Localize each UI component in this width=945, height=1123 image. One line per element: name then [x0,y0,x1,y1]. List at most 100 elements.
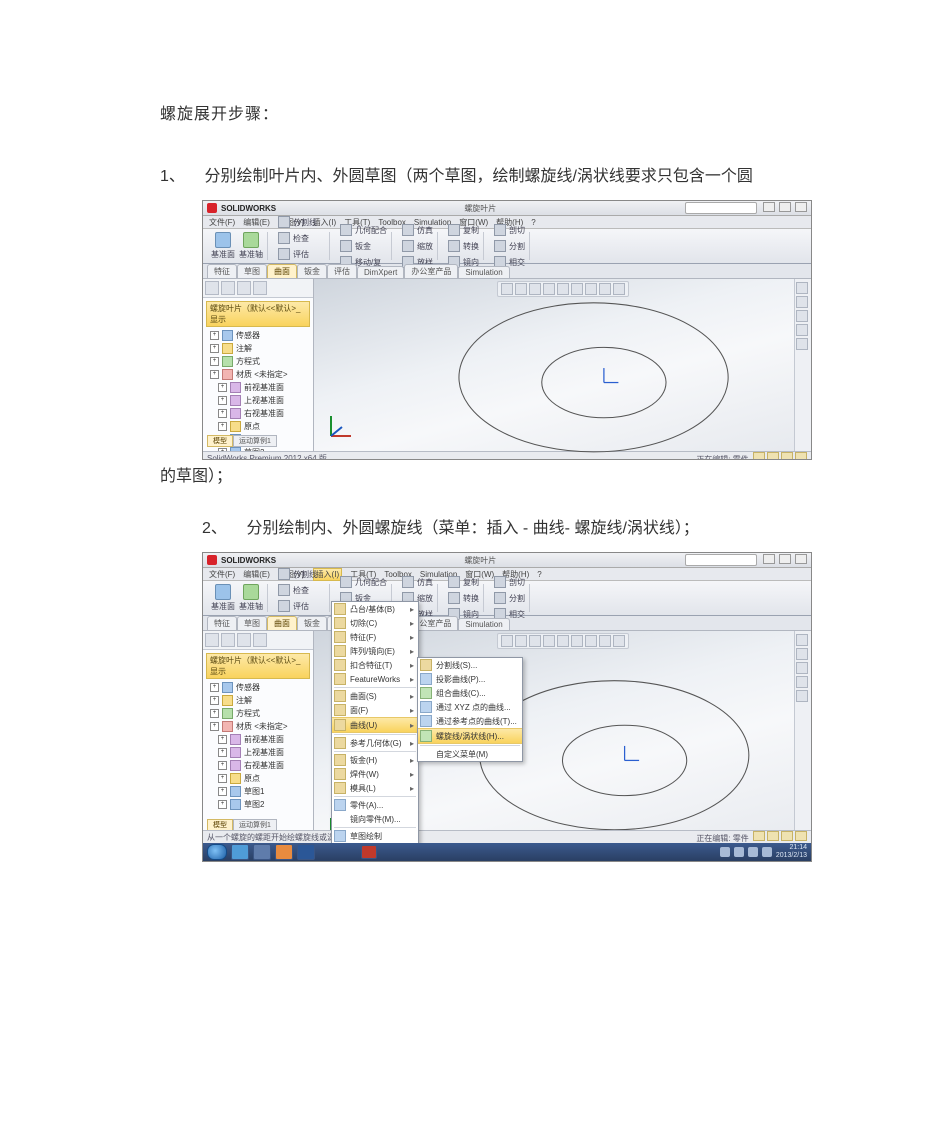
taskbar-clock[interactable]: 21:14 2013/2/13 [776,844,807,860]
menu-item[interactable]: 通过 XYZ 点的曲线... [418,700,522,714]
menu-item[interactable]: 曲面(S)▸ [332,689,418,703]
tree-node[interactable]: +注解 [206,342,310,355]
fm-tab-icon[interactable] [205,281,219,295]
ribbon-small-button[interactable]: 分割 [494,240,525,252]
menu-item[interactable]: 切除(C)▸ [332,616,418,630]
command-tab[interactable]: 草图 [237,264,267,278]
tray-icon[interactable] [762,847,772,857]
tree-node[interactable]: +上视基准面 [206,394,310,407]
expand-icon[interactable]: + [210,722,219,731]
search-input[interactable] [685,202,757,214]
expand-icon[interactable]: + [210,344,219,353]
menu-item[interactable]: 自定义菜单(M) [418,747,522,761]
tree-node[interactable]: +原点 [206,772,310,785]
close-button[interactable] [795,554,807,564]
fm-tab-icon[interactable] [237,281,251,295]
tree-node[interactable]: +注解 [206,694,310,707]
ribbon-button[interactable]: 基准轴 [239,584,263,612]
tree-node[interactable]: +传感器 [206,681,310,694]
menu-item[interactable]: 模具(L)▸ [332,781,418,795]
menu-item[interactable]: 特征(F)▸ [332,630,418,644]
menu-item[interactable]: 零件(A)... [332,798,418,812]
tree-node[interactable]: +材质 <未指定> [206,368,310,381]
menu-item[interactable]: 文件(F) [209,569,235,580]
menu-item[interactable]: 阵列/镜向(E)▸ [332,644,418,658]
expand-icon[interactable]: + [218,787,227,796]
expand-icon[interactable]: + [218,422,227,431]
expand-icon[interactable]: + [218,761,227,770]
ribbon-small-button[interactable]: 检查 [278,232,309,244]
menu-item[interactable]: 编辑(E) [243,217,270,228]
ribbon-small-button[interactable]: 转换 [448,592,479,604]
tree-node[interactable]: +右视基准面 [206,759,310,772]
ribbon-small-button[interactable]: 检查 [278,584,309,596]
ribbon-button[interactable]: 基准面 [211,232,235,260]
expand-icon[interactable]: + [210,357,219,366]
expand-icon[interactable]: + [218,383,227,392]
taskbar-word-icon[interactable] [297,844,315,860]
taskbar-solidworks-icon[interactable] [361,845,377,859]
expand-icon[interactable]: + [210,709,219,718]
command-tab[interactable]: 评估 [327,264,357,278]
menu-item[interactable]: 文件(F) [209,217,235,228]
tab-motion-study[interactable]: 运动算例1 [233,435,277,447]
expand-icon[interactable]: + [218,409,227,418]
ribbon-small-button[interactable]: 复制 [448,576,479,588]
fm-tab-icon[interactable] [221,633,235,647]
ribbon-small-button[interactable]: 转换 [448,240,479,252]
ribbon-small-button[interactable]: 仿真 [402,224,433,236]
ribbon-small-button[interactable]: 评估 [278,248,309,260]
close-button[interactable] [795,202,807,212]
minimize-button[interactable] [763,202,775,212]
ribbon-small-button[interactable]: 钣金 [340,240,371,252]
expand-icon[interactable]: + [218,774,227,783]
expand-icon[interactable]: + [210,696,219,705]
command-tab[interactable]: 曲面 [267,264,297,278]
fm-tab-icon[interactable] [221,281,235,295]
minimize-button[interactable] [763,554,775,564]
command-tab[interactable]: 钣金 [297,616,327,630]
menu-item[interactable]: ? [531,218,535,227]
tree-node[interactable]: +方程式 [206,355,310,368]
tree-node[interactable]: +草图1 [206,785,310,798]
ribbon-small-button[interactable]: 分割 [494,592,525,604]
tree-node[interactable]: +前视基准面 [206,733,310,746]
maximize-button[interactable] [779,202,791,212]
expand-icon[interactable]: + [218,748,227,757]
expand-icon[interactable]: + [218,800,227,809]
ribbon-small-button[interactable]: 几何配合 [340,576,387,588]
fm-tab-icon[interactable] [205,633,219,647]
ribbon-small-button[interactable]: 评估 [278,600,309,612]
tree-node[interactable]: +传感器 [206,329,310,342]
tree-node[interactable]: +方程式 [206,707,310,720]
taskbar-ie-icon[interactable] [231,844,249,860]
tree-root-name[interactable]: 螺旋叶片（默认<<默认>_显示 [206,301,310,327]
command-tab[interactable]: 草图 [237,616,267,630]
menu-item[interactable]: ? [537,570,541,579]
command-tab[interactable]: Simulation [458,266,509,278]
taskbar-explorer-icon[interactable] [253,844,271,860]
tray-icon[interactable] [748,847,758,857]
menu-item[interactable]: 组合曲线(C)... [418,686,522,700]
tray-icon[interactable] [734,847,744,857]
menu-item[interactable]: 扣合特征(T)▸ [332,658,418,672]
menu-item[interactable]: 分割线(S)... [418,658,522,672]
expand-icon[interactable]: + [218,396,227,405]
tab-model[interactable]: 模型 [207,435,233,447]
ribbon-small-button[interactable]: 剖切 [494,224,525,236]
ribbon-small-button[interactable]: 几何配合 [340,224,387,236]
menu-item[interactable]: 曲线(U)▸ [332,717,418,733]
expand-icon[interactable]: + [210,370,219,379]
command-tab[interactable]: 钣金 [297,264,327,278]
tree-node[interactable]: +前视基准面 [206,381,310,394]
tree-node[interactable]: +原点 [206,420,310,433]
tree-node[interactable]: +上视基准面 [206,746,310,759]
menu-item[interactable]: 草图绘制 [332,829,418,843]
ribbon-small-button[interactable]: 复制 [448,224,479,236]
search-input[interactable] [685,554,757,566]
ribbon-small-button[interactable]: 分割线 [278,216,317,228]
tree-node[interactable]: +材质 <未指定> [206,720,310,733]
command-tab[interactable]: 办公室产品 [404,264,458,278]
menu-item[interactable]: 镜向零件(M)... [332,812,418,826]
ribbon-small-button[interactable]: 剖切 [494,576,525,588]
